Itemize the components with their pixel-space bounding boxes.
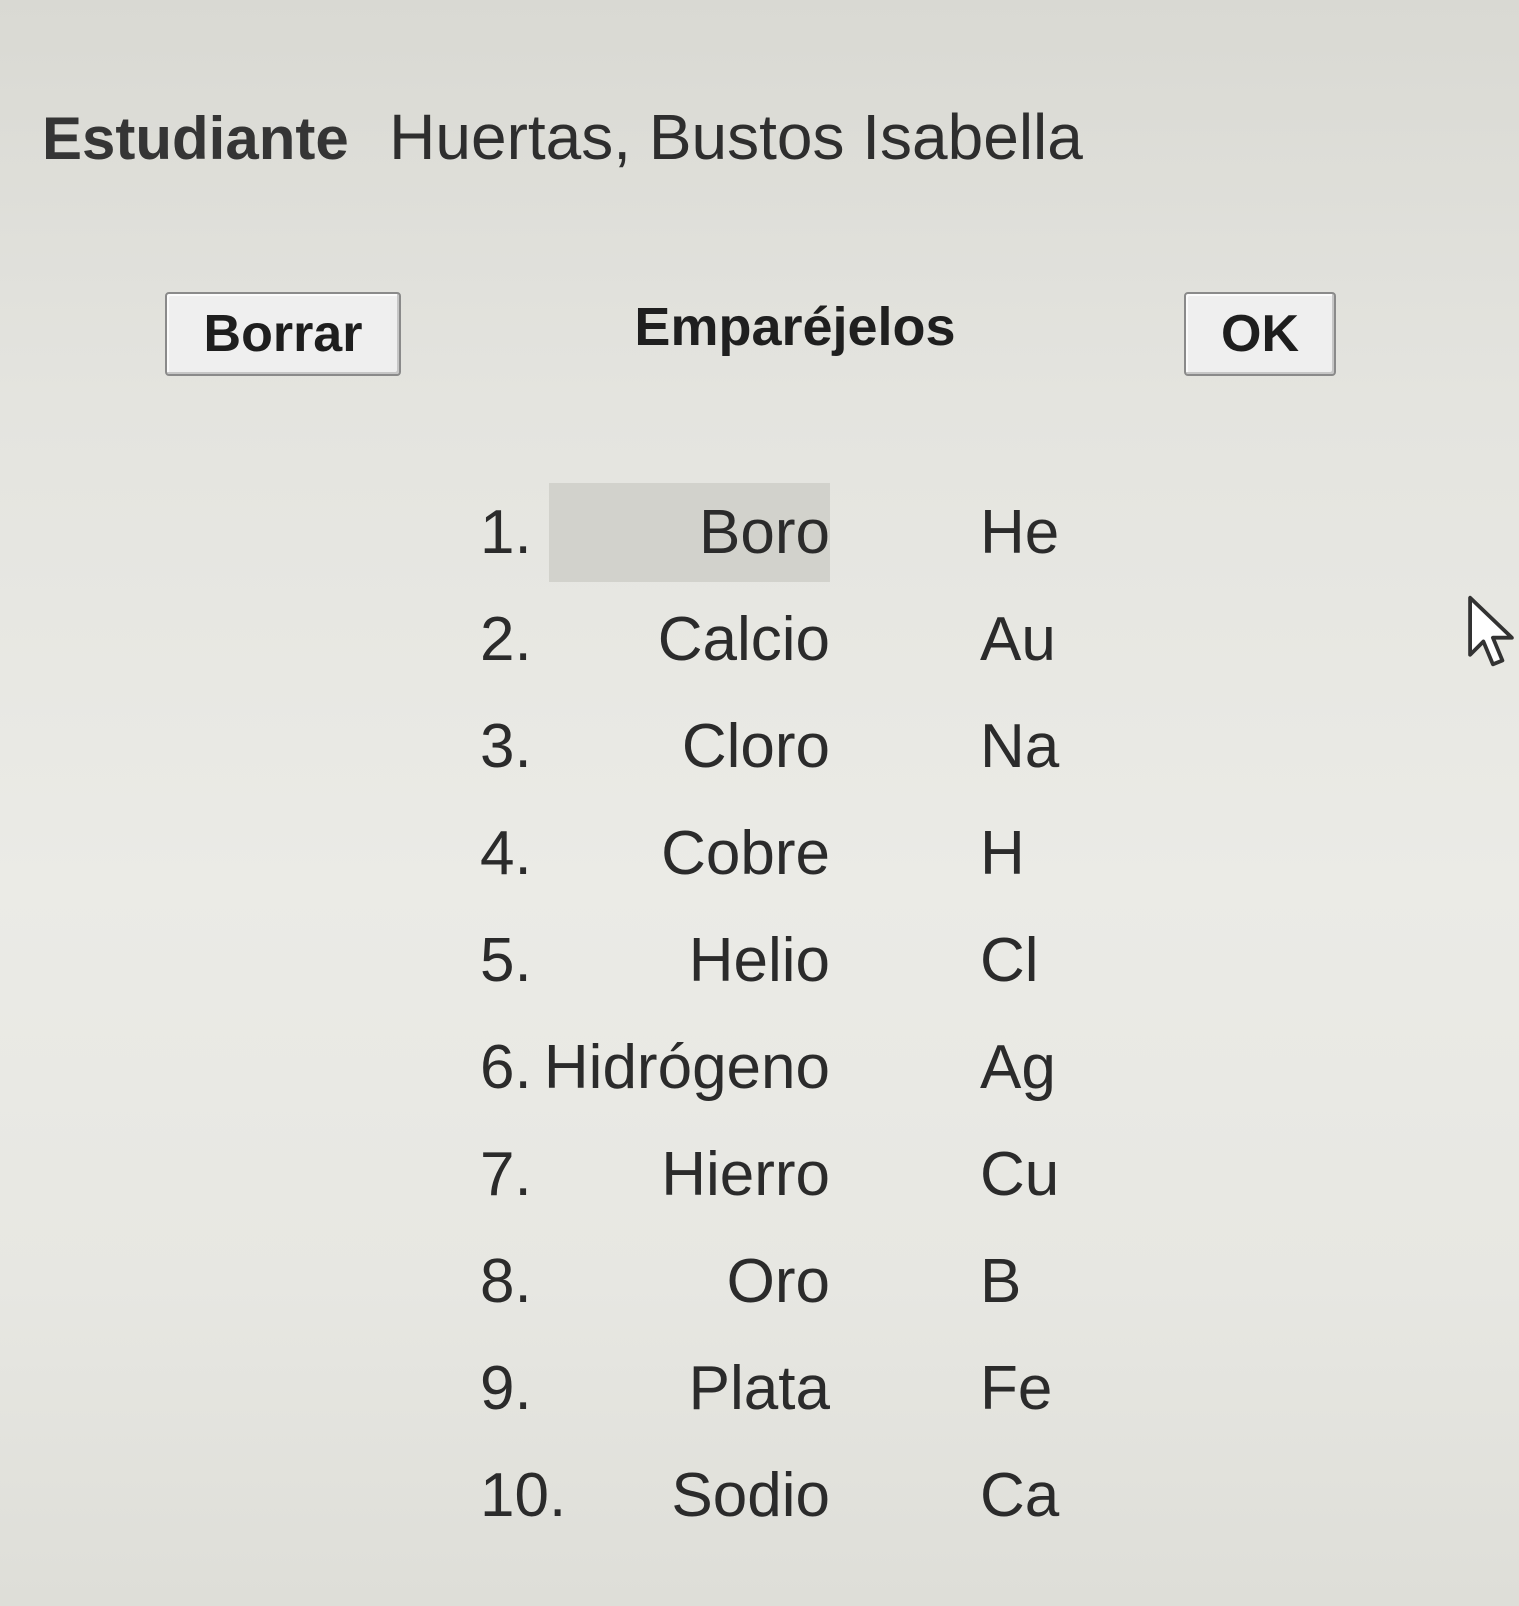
element-name[interactable]: Boro	[549, 483, 830, 582]
item-number: 6.	[480, 1033, 532, 1102]
element-name[interactable]: Sodio	[671, 1460, 830, 1531]
element-name[interactable]: Oro	[727, 1246, 830, 1317]
list-item: 9. Plata Fe	[460, 1331, 1110, 1438]
element-symbol[interactable]: Au	[980, 604, 1056, 675]
student-row: Estudiante Huertas, Bustos Isabella	[42, 100, 1083, 174]
element-symbol[interactable]: B	[980, 1246, 1021, 1317]
student-name: Huertas, Bustos Isabella	[389, 101, 1083, 173]
element-name[interactable]: Hierro	[661, 1139, 830, 1210]
list-item: 10. Sodio Ca	[460, 1438, 1110, 1545]
element-symbol[interactable]: He	[980, 497, 1059, 568]
item-number: 2.	[480, 605, 532, 674]
element-name[interactable]: Hidrógeno	[544, 1032, 830, 1103]
item-number: 5.	[480, 926, 532, 995]
mouse-pointer-icon	[1468, 595, 1514, 667]
page-title: Emparéjelos	[634, 297, 956, 357]
list-item: 8. Oro B	[460, 1224, 1110, 1331]
list-item: 5. Helio Cl	[460, 903, 1110, 1010]
list-item: 4. Cobre H	[460, 796, 1110, 903]
clear-button[interactable]: Borrar	[165, 292, 401, 376]
element-symbol[interactable]: H	[980, 818, 1025, 889]
item-number: 3.	[480, 712, 532, 781]
element-name[interactable]: Plata	[689, 1353, 830, 1424]
element-name[interactable]: Calcio	[658, 604, 830, 675]
element-name[interactable]: Cloro	[682, 711, 830, 782]
element-name[interactable]: Helio	[689, 925, 830, 996]
student-label: Estudiante	[42, 105, 349, 172]
list-item: 3. Cloro Na	[460, 689, 1110, 796]
element-symbol[interactable]: Ag	[980, 1032, 1056, 1103]
ok-button[interactable]: OK	[1184, 292, 1336, 376]
element-symbol[interactable]: Cu	[980, 1139, 1059, 1210]
item-number: 8.	[480, 1247, 532, 1316]
element-symbol[interactable]: Cl	[980, 925, 1039, 996]
list-item: 1. Boro He	[460, 475, 1110, 582]
list-item: 6. Hidrógeno Ag	[460, 1010, 1110, 1117]
list-item: 7. Hierro Cu	[460, 1117, 1110, 1224]
element-symbol[interactable]: Na	[980, 711, 1059, 782]
item-number: 9.	[480, 1354, 532, 1423]
list-item: 2. Calcio Au	[460, 582, 1110, 689]
element-symbol[interactable]: Fe	[980, 1353, 1052, 1424]
matching-list: 1. Boro He 2. Calcio Au 3. Cloro Na 4. C…	[460, 475, 1110, 1545]
item-number: 1.	[480, 498, 532, 567]
item-number: 7.	[480, 1140, 532, 1209]
element-name[interactable]: Cobre	[661, 818, 830, 889]
item-number: 4.	[480, 819, 532, 888]
element-symbol[interactable]: Ca	[980, 1460, 1059, 1531]
item-number: 10.	[480, 1461, 567, 1530]
